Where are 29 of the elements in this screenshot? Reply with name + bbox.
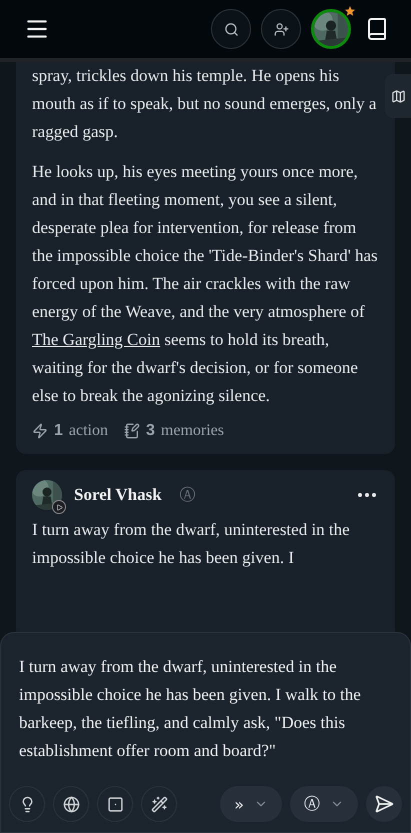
author-name: Sorel Vhask	[74, 485, 162, 505]
stat-count: 1	[54, 422, 63, 440]
book-icon[interactable]	[365, 17, 389, 41]
play-icon	[52, 500, 66, 514]
search-button[interactable]	[211, 9, 251, 49]
search-icon	[224, 22, 238, 36]
model-dropdown[interactable]: Ⓐ	[290, 786, 358, 822]
author-role-label: Ⓐ	[180, 484, 196, 506]
globe-icon[interactable]	[53, 786, 89, 822]
lightning-icon	[32, 423, 48, 439]
location-link[interactable]: The Gargling Coin	[32, 330, 160, 349]
notebook-icon	[124, 423, 140, 439]
lightbulb-icon[interactable]	[9, 786, 45, 822]
wand-icon[interactable]	[141, 786, 177, 822]
stat-label: action	[68, 422, 108, 440]
mode-dropdown[interactable]: »	[220, 786, 282, 822]
message-paragraph: I turn away from the dwarf, uninterested in the impossible choice he has been given. I	[32, 519, 351, 569]
profile-avatar[interactable]	[311, 9, 351, 49]
dice-icon[interactable]	[97, 786, 133, 822]
message-composer[interactable]: I turn away from the dwarf, uninterested in the impossible choice he has been given. I walk to the barkeep, the tiefling, and calmly ask, "Does this establishment offer room and board?" » Ⓐ	[0, 632, 411, 833]
add-user-button[interactable]	[261, 9, 301, 49]
stat-count: 3	[146, 422, 155, 440]
message-paragraph: He looks up, his eyes meeting yours once more, and in that fleeting moment, you see a silent, desperate plea for intervention, for release from the impossible choice the 'Tide-Binder's Shard' has forced upon him. The air crackles with the raw energy of the Weave, and the very atmosphere of The Gargling Coin seems to hold its breath, waiting for the dwarf's decision, or for someone else to break the agonizing silence.	[32, 161, 379, 407]
map-icon[interactable]	[385, 74, 411, 118]
add-user-icon	[274, 22, 288, 36]
message-paragraph: spray, trickles down his temple. He opens his mouth as if to speak, but no sound emerges, only a ragged gasp.	[32, 65, 378, 143]
message-input[interactable]: I turn away from the dwarf, uninterested in the impossible choice he has been given. I walk to the barkeep, the tiefling, and calmly ask, "Does this establishment offer room and board?"	[9, 649, 402, 786]
stat-label: memories	[160, 422, 224, 440]
send-icon[interactable]	[366, 786, 402, 822]
